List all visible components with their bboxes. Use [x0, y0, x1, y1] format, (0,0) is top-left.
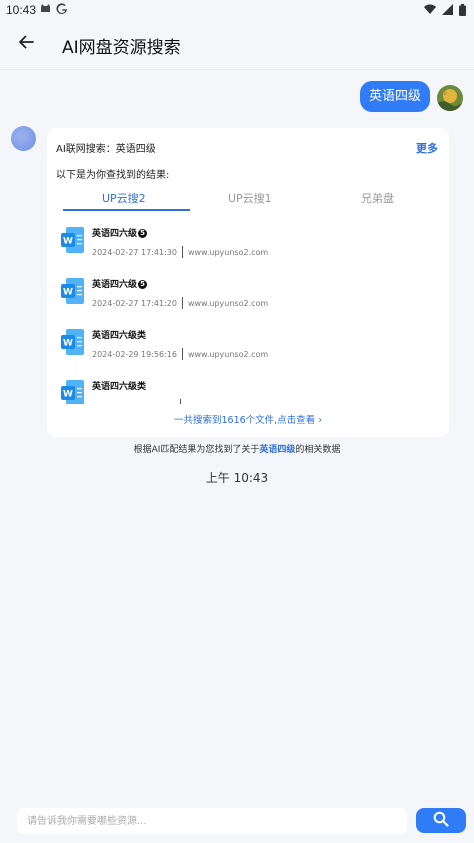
file-name: 英语四六级 5: [92, 277, 148, 290]
bot-avatar: [11, 126, 36, 151]
summary-suffix: 的相关数据: [295, 445, 341, 455]
more-link[interactable]: 更多: [416, 140, 438, 156]
file-meta: 2024-02-27 17:41:20 www.upyunso2.com: [92, 297, 268, 309]
svg-text:W: W: [63, 237, 73, 247]
file-list: W 英语四六级 5 2024-02-27 17:41:30 www.upyunso2…: [47, 218, 449, 404]
word-doc-icon: W: [60, 277, 85, 305]
source-tabs: UP云搜2 UP云搜1 兄弟盘: [47, 186, 449, 212]
page-title: AI网盘资源搜索: [62, 38, 181, 58]
file-meta: [92, 399, 186, 404]
cat-icon: [40, 3, 51, 17]
signal-icon: [442, 4, 453, 19]
search-result-card: AI联网搜索：英语四级 更多 以下是为你查找到的结果: UP云搜2 UP云搜1 …: [47, 128, 449, 437]
user-avatar[interactable]: [437, 85, 463, 111]
word-doc-icon: W: [60, 226, 85, 254]
file-meta: 2024-02-27 17:41:30 www.upyunso2.com: [92, 246, 268, 258]
meta-divider: [181, 246, 183, 258]
search-button[interactable]: [416, 808, 466, 833]
google-icon: [56, 3, 68, 18]
result-summary: 根据AI匹配结果为您找到了关于英语四级的相关数据: [0, 442, 474, 455]
status-time: 10:43: [6, 3, 37, 17]
user-message-bubble: 英语四级: [360, 81, 431, 112]
file-date: 2024-02-27 17:41:20: [92, 298, 177, 308]
file-name: 英语四六级 5: [92, 226, 148, 239]
search-query-label: AI联网搜索：英语四级: [56, 144, 156, 155]
file-date: 2024-02-27 17:41:30: [92, 247, 177, 257]
file-date: 2024-02-29 19:56:16: [92, 349, 177, 359]
results-subtitle: 以下是为你查找到的结果:: [56, 170, 170, 181]
word-doc-icon: W: [60, 328, 85, 356]
search-icon: [433, 811, 449, 831]
message-timestamp: 上午 10:43: [205, 471, 269, 485]
search-input-container: [17, 808, 407, 834]
summary-prefix: 根据AI匹配结果为您找到了关于: [133, 445, 260, 455]
file-item[interactable]: W 英语四六级 5 2024-02-27 17:41:20 www.upyunso2…: [47, 269, 449, 317]
search-input[interactable]: [17, 808, 407, 834]
file-badge: 5: [138, 280, 148, 289]
file-source: www.upyunso2.com: [187, 247, 269, 257]
arrow-left-icon: [18, 34, 34, 54]
meta-divider: [180, 399, 181, 404]
view-all-link[interactable]: 一共搜索到1616个文件,点击查看 ›: [47, 412, 449, 426]
file-name: 英语四六级类: [92, 331, 147, 341]
status-bar: 10:43: [0, 0, 474, 20]
tab-upyunso1[interactable]: UP云搜1: [228, 190, 272, 206]
file-badge: 5: [138, 229, 148, 238]
file-meta: 2024-02-29 19:56:16 www.upyunso2.com: [92, 348, 268, 360]
svg-text:W: W: [63, 339, 73, 349]
meta-divider: [181, 297, 183, 309]
active-tab-indicator: [63, 209, 190, 211]
file-source: www.upyunso2.com: [187, 298, 269, 308]
file-item[interactable]: W 英语四六级类 2024-02-29 19:56:16 www.upyunso2…: [47, 320, 449, 368]
tab-xiongdipan[interactable]: 兄弟盘: [361, 190, 394, 206]
file-source: www.upyunso2.com: [187, 349, 269, 359]
battery-icon: [459, 4, 466, 19]
file-name: 英语四六级类: [92, 382, 147, 392]
summary-keyword: 英语四级: [259, 445, 296, 455]
tab-upyunso2[interactable]: UP云搜2: [102, 190, 146, 206]
meta-divider: [181, 348, 183, 360]
app-bar: AI网盘资源搜索: [0, 20, 474, 70]
wifi-icon: [424, 4, 436, 19]
back-button[interactable]: [14, 32, 38, 56]
svg-text:W: W: [63, 390, 73, 400]
file-item[interactable]: W 英语四六级类: [47, 371, 449, 404]
word-doc-icon: W: [60, 379, 85, 404]
svg-text:W: W: [63, 288, 73, 298]
file-item[interactable]: W 英语四六级 5 2024-02-27 17:41:30 www.upyunso2…: [47, 218, 449, 266]
